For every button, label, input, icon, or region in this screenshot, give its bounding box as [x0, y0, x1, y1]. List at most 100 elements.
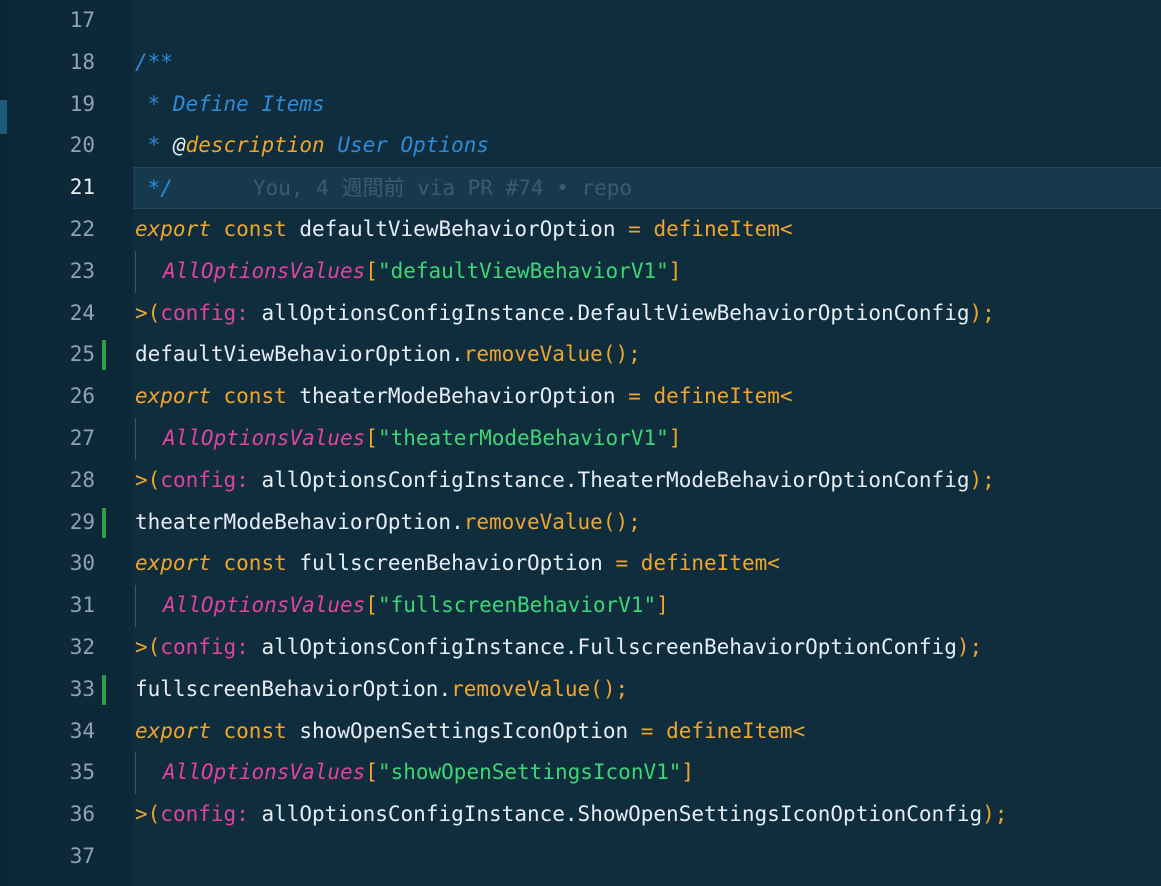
- code-line[interactable]: 34 export const showOpenSettingsIconOptio…: [0, 711, 1161, 753]
- code-content[interactable]: * Define Items: [133, 84, 1161, 126]
- method-name: removeValue: [463, 509, 603, 534]
- variable-name: fullscreenBehaviorOption: [299, 551, 603, 576]
- code-line[interactable]: 30 export const fullscreenBehaviorOption …: [0, 543, 1161, 585]
- code-line[interactable]: 22 export const defaultViewBehaviorOption…: [0, 209, 1161, 251]
- bracket-close: ]: [668, 425, 682, 450]
- code-content[interactable]: >(config: allOptionsConfigInstance.Theat…: [133, 460, 1161, 502]
- code-content[interactable]: AllOptionsValues["defaultViewBehaviorV1"…: [133, 250, 1161, 293]
- code-content[interactable]: */ You, 4 週間前 via PR #74 • repo: [133, 167, 1161, 209]
- code-content[interactable]: export const fullscreenBehaviorOption = …: [133, 543, 1161, 585]
- code-line[interactable]: 33 fullscreenBehaviorOption.removeValue()…: [0, 669, 1161, 711]
- code-editor[interactable]: 17 18/** 19 * Define Items 20 * @descriptio…: [0, 0, 1161, 886]
- code-lines[interactable]: 17 18/** 19 * Define Items 20 * @descriptio…: [0, 0, 1161, 878]
- call-end: );: [969, 467, 995, 492]
- function-name: defineItem: [653, 384, 780, 409]
- code-line[interactable]: 20 * @description User Options: [0, 125, 1161, 167]
- code-content[interactable]: * @description User Options: [133, 125, 1161, 167]
- generic-open: <: [792, 718, 806, 743]
- code-content[interactable]: fullscreenBehaviorOption.removeValue();: [133, 669, 1161, 711]
- code-line[interactable]: 35 AllOptionsValues["showOpenSettingsIcon…: [0, 752, 1161, 795]
- git-added-marker[interactable]: [102, 507, 106, 538]
- git-added-marker[interactable]: [102, 340, 106, 371]
- call-parens: ();: [590, 676, 629, 701]
- code-content[interactable]: /**: [133, 42, 1161, 84]
- doc-tag: description: [185, 133, 325, 158]
- line-number: 29: [69, 509, 95, 534]
- line-number: 37: [69, 843, 95, 868]
- git-added-marker[interactable]: [102, 674, 106, 705]
- code-content[interactable]: export const showOpenSettingsIconOption …: [133, 711, 1161, 753]
- line-number: 19: [69, 91, 95, 116]
- method-name: removeValue: [463, 342, 603, 367]
- code-line[interactable]: 21 */ You, 4 週間前 via PR #74 • repo: [0, 167, 1161, 209]
- code-line[interactable]: 29 theaterModeBehaviorOption.removeValue(…: [0, 502, 1161, 544]
- code-line[interactable]: 26 export const theaterModeBehaviorOption…: [0, 376, 1161, 418]
- generic-open: <: [779, 216, 793, 241]
- type-name: AllOptionsValues: [163, 425, 366, 450]
- call-end: );: [956, 634, 983, 659]
- code-content[interactable]: >(config: allOptionsConfigInstance.Defau…: [133, 293, 1161, 335]
- generic-open: <: [779, 384, 793, 409]
- code-line[interactable]: 32 >(config: allOptionsConfigInstance.Ful…: [0, 627, 1161, 669]
- generic-close-paren: >(: [135, 467, 161, 492]
- code-line[interactable]: 28 >(config: allOptionsConfigInstance.The…: [0, 460, 1161, 502]
- line-number: 21: [69, 175, 95, 200]
- operator: =: [628, 384, 641, 409]
- line-number: 27: [69, 425, 95, 450]
- code-content[interactable]: AllOptionsValues["theaterModeBehaviorV1"…: [133, 417, 1161, 460]
- code-line[interactable]: 27 AllOptionsValues["theaterModeBehaviorV…: [0, 417, 1161, 460]
- indent-guide: [135, 417, 163, 460]
- call-end: );: [969, 300, 995, 325]
- git-blame-annotation[interactable]: You, 4 週間前 via PR #74 • repo: [253, 176, 632, 200]
- line-number: 36: [69, 802, 95, 827]
- config-expression: allOptionsConfigInstance.FullscreenBehav…: [261, 634, 957, 659]
- code-content[interactable]: >(config: allOptionsConfigInstance.ShowO…: [133, 794, 1161, 836]
- keyword-const: const: [223, 384, 287, 409]
- call-parens: ();: [602, 342, 641, 367]
- code-content[interactable]: [133, 836, 1161, 878]
- generic-close-paren: >(: [135, 300, 161, 325]
- call-end: );: [982, 802, 1008, 827]
- line-number: 23: [69, 258, 95, 283]
- code-line[interactable]: 24 >(config: allOptionsConfigInstance.Def…: [0, 293, 1161, 335]
- line-number: 32: [69, 634, 95, 659]
- doc-comment: * Define Items: [135, 91, 325, 116]
- code-content[interactable]: [133, 0, 1161, 42]
- line-number: 30: [69, 551, 95, 576]
- code-line[interactable]: 31 AllOptionsValues["fullscreenBehaviorV1…: [0, 585, 1161, 627]
- line-number: 33: [69, 676, 95, 701]
- string-literal: "defaultViewBehaviorV1": [377, 258, 669, 283]
- keyword-export: export: [135, 718, 211, 743]
- code-line[interactable]: 19 * Define Items: [0, 84, 1161, 126]
- variable-name: defaultViewBehaviorOption: [299, 216, 616, 241]
- line-number: 31: [69, 593, 95, 618]
- type-name: AllOptionsValues: [163, 258, 366, 283]
- code-content[interactable]: AllOptionsValues["fullscreenBehaviorV1"]: [133, 585, 1161, 627]
- code-line[interactable]: 17: [0, 0, 1161, 42]
- line-number: 22: [69, 216, 95, 241]
- parameter-hint: config:: [160, 634, 249, 659]
- doc-comment: */: [135, 176, 173, 201]
- function-name: defineItem: [666, 718, 793, 743]
- object-name: fullscreenBehaviorOption: [135, 676, 439, 701]
- code-line[interactable]: 37: [0, 836, 1161, 878]
- keyword-const: const: [223, 551, 287, 576]
- keyword-export: export: [135, 216, 211, 241]
- code-line[interactable]: 23 AllOptionsValues["defaultViewBehaviorV…: [0, 250, 1161, 293]
- code-line[interactable]: 25 defaultViewBehaviorOption.removeValue(…: [0, 334, 1161, 376]
- code-content[interactable]: theaterModeBehaviorOption.removeValue();: [133, 502, 1161, 544]
- code-line[interactable]: 36 >(config: allOptionsConfigInstance.Sho…: [0, 794, 1161, 836]
- code-content[interactable]: AllOptionsValues["showOpenSettingsIconV1…: [133, 752, 1161, 795]
- code-content[interactable]: export const defaultViewBehaviorOption =…: [133, 209, 1161, 251]
- bracket-open: [: [365, 425, 378, 450]
- line-number: 34: [69, 718, 95, 743]
- indent-guide: [135, 752, 163, 795]
- code-content[interactable]: >(config: allOptionsConfigInstance.Fulls…: [133, 627, 1161, 669]
- line-number: 25: [69, 342, 95, 367]
- code-content[interactable]: export const theaterModeBehaviorOption =…: [133, 376, 1161, 418]
- code-content[interactable]: defaultViewBehaviorOption.removeValue();: [133, 334, 1161, 376]
- code-line[interactable]: 18 /**: [0, 42, 1161, 84]
- call-parens: ();: [602, 509, 641, 534]
- doc-at-symbol: @: [172, 133, 186, 158]
- keyword-const: const: [223, 216, 287, 241]
